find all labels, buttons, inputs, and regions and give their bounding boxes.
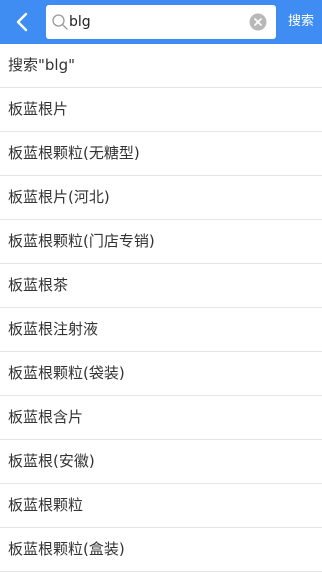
search-button[interactable]: 搜索 xyxy=(280,0,322,44)
search-query-suggestion[interactable]: 搜索"blg" xyxy=(0,44,322,88)
search-input[interactable] xyxy=(69,5,241,39)
suggestion-item[interactable]: 板蓝根颗粒(无糖型) xyxy=(0,132,322,176)
suggestion-item[interactable]: 板蓝根(安徽) xyxy=(0,440,322,484)
search-box xyxy=(46,5,276,39)
top-bar: 搜索 xyxy=(0,0,322,44)
chevron-left-icon xyxy=(16,12,28,32)
back-button[interactable] xyxy=(0,0,44,44)
search-icon xyxy=(52,14,68,30)
suggestion-item[interactable]: 板蓝根颗粒(门店专销) xyxy=(0,220,322,264)
suggestion-item[interactable]: 板蓝根颗粒(盒装) xyxy=(0,528,322,572)
suggestion-item[interactable]: 板蓝根片 xyxy=(0,88,322,132)
clear-icon[interactable] xyxy=(249,13,267,31)
suggestion-item[interactable]: 板蓝根片(河北) xyxy=(0,176,322,220)
suggestion-item[interactable]: 板蓝根注射液 xyxy=(0,308,322,352)
suggestion-item[interactable]: 板蓝根茶 xyxy=(0,264,322,308)
suggestion-list: 搜索"blg" 板蓝根片 板蓝根颗粒(无糖型) 板蓝根片(河北) 板蓝根颗粒(门… xyxy=(0,44,322,572)
suggestion-item[interactable]: 板蓝根颗粒 xyxy=(0,484,322,528)
suggestion-item[interactable]: 板蓝根含片 xyxy=(0,396,322,440)
suggestion-item[interactable]: 板蓝根颗粒(袋装) xyxy=(0,352,322,396)
